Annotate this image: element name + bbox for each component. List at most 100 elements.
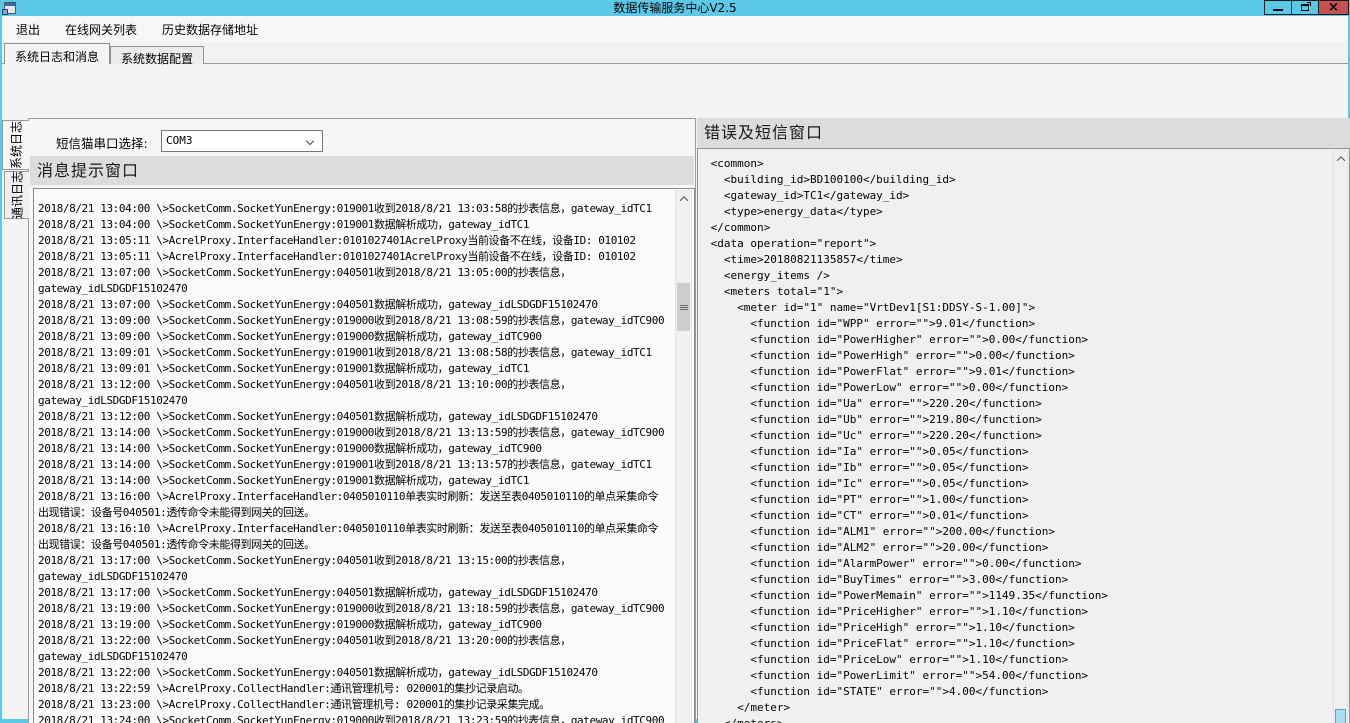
chevron-up-icon xyxy=(679,196,687,204)
log-line: 2018/8/21 13:14:00 \>SocketComm.SocketYu… xyxy=(38,441,673,457)
log-line: 2018/8/21 13:19:00 \>SocketComm.SocketYu… xyxy=(38,601,673,617)
main-tab-strip: 系统日志和消息 系统数据配置 xyxy=(2,42,204,64)
xml-line: <function id="ALM2" error="">20.00</func… xyxy=(704,540,1331,556)
close-button[interactable]: × xyxy=(1318,0,1349,15)
xml-line: <function id="PowerMemain" error="">1149… xyxy=(704,588,1331,604)
log-line: 2018/8/21 13:22:00 \>SocketComm.SocketYu… xyxy=(38,665,673,681)
xml-scrollbar[interactable] xyxy=(1333,150,1348,723)
log-line: 2018/8/21 13:23:00 \>AcrelProxy.CollectH… xyxy=(38,697,673,713)
xml-line: <function id="STATE" error="">4.00</func… xyxy=(704,684,1331,700)
log-line: 2018/8/21 13:04:00 \>SocketComm.SocketYu… xyxy=(38,217,673,233)
log-line: 2018/8/21 13:14:00 \>SocketComm.SocketYu… xyxy=(38,425,673,441)
maximize-icon xyxy=(1301,4,1309,11)
scroll-up-button[interactable] xyxy=(676,191,691,207)
xml-line: <function id="AlarmPower" error="">0.00<… xyxy=(704,556,1331,572)
xml-line: <function id="PowerLow" error="">0.00</f… xyxy=(704,380,1331,396)
serial-port-value: COM3 xyxy=(166,134,193,147)
log-line: 2018/8/21 13:22:59 \>AcrelProxy.CollectH… xyxy=(38,681,673,697)
menu-bar: 退出 在线网关列表 历史数据存储地址 xyxy=(2,16,1348,42)
error-sms-textbox[interactable]: <common> <building_id>BD100100</building… xyxy=(697,148,1350,723)
xml-line: </common> xyxy=(704,220,1331,236)
tab-page-system-log: 系统日志 通讯日志 短信猫串口选择: COM3 消息提示窗口 2018/8/21… xyxy=(2,63,1348,719)
xml-line: <function id="ALM1" error="">200.00</fun… xyxy=(704,524,1331,540)
window-title: 数据传输服务中心V2.5 xyxy=(0,1,1350,15)
tab-system-data-config[interactable]: 系统数据配置 xyxy=(110,46,204,64)
xml-line: <function id="PT" error="">1.00</functio… xyxy=(704,492,1331,508)
log-scroll-thumb[interactable] xyxy=(677,283,690,331)
log-line: 2018/8/21 13:17:00 \>SocketComm.SocketYu… xyxy=(38,585,673,601)
xml-line: <function id="Uc" error="">220.20</funct… xyxy=(704,428,1331,444)
log-line: 2018/8/21 13:04:00 \>SocketComm.SocketYu… xyxy=(38,201,673,217)
log-line: gateway_idLSDGDF15102470 xyxy=(38,281,673,297)
xml-line: <function id="PowerFlat" error="">9.01</… xyxy=(704,364,1331,380)
chevron-down-icon xyxy=(306,137,314,145)
scroll-up-button[interactable] xyxy=(1334,151,1347,167)
xml-line: <function id="BuyTimes" error="">3.00</f… xyxy=(704,572,1331,588)
log-line: 出现错误：设备号040501:透传命令未能得到网关的回送。 xyxy=(38,537,673,553)
xml-line: <function id="Ub" error="">219.80</funct… xyxy=(704,412,1331,428)
title-bar[interactable]: 数据传输服务中心V2.5 × xyxy=(0,0,1350,16)
log-line: 2018/8/21 13:12:00 \>SocketComm.SocketYu… xyxy=(38,377,673,393)
xml-line: <type>energy_data</type> xyxy=(704,204,1331,220)
xml-line: <function id="PriceLow" error="">1.10</f… xyxy=(704,652,1331,668)
chevron-up-icon xyxy=(1336,156,1344,164)
log-line: gateway_idLSDGDF15102470 xyxy=(38,569,673,585)
log-line: 2018/8/21 13:14:00 \>SocketComm.SocketYu… xyxy=(38,457,673,473)
log-scrollbar[interactable] xyxy=(675,190,692,723)
log-line: 2018/8/21 13:07:00 \>SocketComm.SocketYu… xyxy=(38,265,673,281)
app-window: 数据传输服务中心V2.5 × 退出 在线网关列表 历史数据存储地址 系统日志和消… xyxy=(0,0,1350,723)
xml-line: <function id="PriceHigh" error="">1.10</… xyxy=(704,620,1331,636)
log-line: gateway_idLSDGDF15102470 xyxy=(38,393,673,409)
log-line: 2018/8/21 13:14:00 \>SocketComm.SocketYu… xyxy=(38,473,673,489)
serial-port-select[interactable]: COM3 xyxy=(161,130,323,152)
xml-line: <meter id="1" name="VrtDev1[S1:DDSY-S-1.… xyxy=(704,300,1331,316)
client-area: 退出 在线网关列表 历史数据存储地址 系统日志和消息 系统数据配置 系统日志 通… xyxy=(2,16,1348,719)
maximize-button[interactable] xyxy=(1291,0,1319,15)
xml-line: <building_id>BD100100</building_id> xyxy=(704,172,1331,188)
system-log-subpage: 短信猫串口选择: COM3 消息提示窗口 2018/8/21 13:04:00 … xyxy=(28,118,696,723)
message-log-textbox[interactable]: 2018/8/21 13:04:00 \>SocketComm.SocketYu… xyxy=(33,188,695,723)
xml-line: <function id="PowerLimit" error="">54.00… xyxy=(704,668,1331,684)
log-line: 2018/8/21 13:16:00 \>AcrelProxy.Interfac… xyxy=(38,489,673,505)
xml-scroll-thumb[interactable] xyxy=(1335,709,1346,723)
log-line: 2018/8/21 13:05:11 \>AcrelProxy.Interfac… xyxy=(38,233,673,249)
xml-line: <function id="Ic" error="">0.05</functio… xyxy=(704,476,1331,492)
log-line: gateway_idLSDGDF15102470 xyxy=(38,649,673,665)
close-icon: × xyxy=(1328,1,1339,14)
log-line: 2018/8/21 13:22:00 \>SocketComm.SocketYu… xyxy=(38,633,673,649)
menu-item-history-storage-address[interactable]: 历史数据存储地址 xyxy=(151,16,269,43)
log-line: 2018/8/21 13:24:00 \>SocketComm.SocketYu… xyxy=(38,713,673,723)
log-line: 出现错误：设备号040501:透传命令未能得到网关的回送。 xyxy=(38,505,673,521)
xml-line: <energy_items /> xyxy=(704,268,1331,284)
xml-report-text: <common> <building_id>BD100100</building… xyxy=(698,149,1331,723)
menu-item-exit[interactable]: 退出 xyxy=(5,16,51,43)
side-tab-system-log[interactable]: 系统日志 xyxy=(2,120,29,170)
log-line: 2018/8/21 13:19:00 \>SocketComm.SocketYu… xyxy=(38,617,673,633)
menu-item-online-gateway-list[interactable]: 在线网关列表 xyxy=(54,16,148,43)
side-tab-comm-log[interactable]: 通讯日志 xyxy=(4,171,29,219)
log-line: 2018/8/21 13:17:00 \>SocketComm.SocketYu… xyxy=(38,553,673,569)
xml-line: <time>20180821135857</time> xyxy=(704,252,1331,268)
log-line: 2018/8/21 13:09:00 \>SocketComm.SocketYu… xyxy=(38,329,673,345)
xml-line: <function id="Ib" error="">0.05</functio… xyxy=(704,460,1331,476)
xml-line: </meters> xyxy=(704,716,1331,723)
side-tab-comm-log-label: 通讯日志 xyxy=(9,171,26,219)
log-line: 2018/8/21 13:09:01 \>SocketComm.SocketYu… xyxy=(38,345,673,361)
tab-system-log-and-messages[interactable]: 系统日志和消息 xyxy=(4,43,110,64)
minimize-icon xyxy=(1273,9,1283,11)
xml-line: <function id="Ua" error="">220.20</funct… xyxy=(704,396,1331,412)
message-window-header: 消息提示窗口 xyxy=(30,156,694,185)
xml-line: <function id="WPP" error="">9.01</functi… xyxy=(704,316,1331,332)
xml-line: <function id="PowerHigh" error="">0.00</… xyxy=(704,348,1331,364)
log-line: 2018/8/21 13:09:01 \>SocketComm.SocketYu… xyxy=(38,361,673,377)
log-line: 2018/8/21 13:07:00 \>SocketComm.SocketYu… xyxy=(38,297,673,313)
xml-line: <meters total="1"> xyxy=(704,284,1331,300)
xml-line: <function id="PowerHigher" error="">0.00… xyxy=(704,332,1331,348)
minimize-button[interactable] xyxy=(1264,0,1292,15)
serial-port-label: 短信猫串口选择: xyxy=(56,133,148,152)
xml-line: <data operation="report"> xyxy=(704,236,1331,252)
xml-line: <function id="Ia" error="">0.05</functio… xyxy=(704,444,1331,460)
log-line: 2018/8/21 13:09:00 \>SocketComm.SocketYu… xyxy=(38,313,673,329)
side-tab-system-log-label: 系统日志 xyxy=(8,121,25,169)
log-line: 2018/8/21 13:12:00 \>SocketComm.SocketYu… xyxy=(38,409,673,425)
